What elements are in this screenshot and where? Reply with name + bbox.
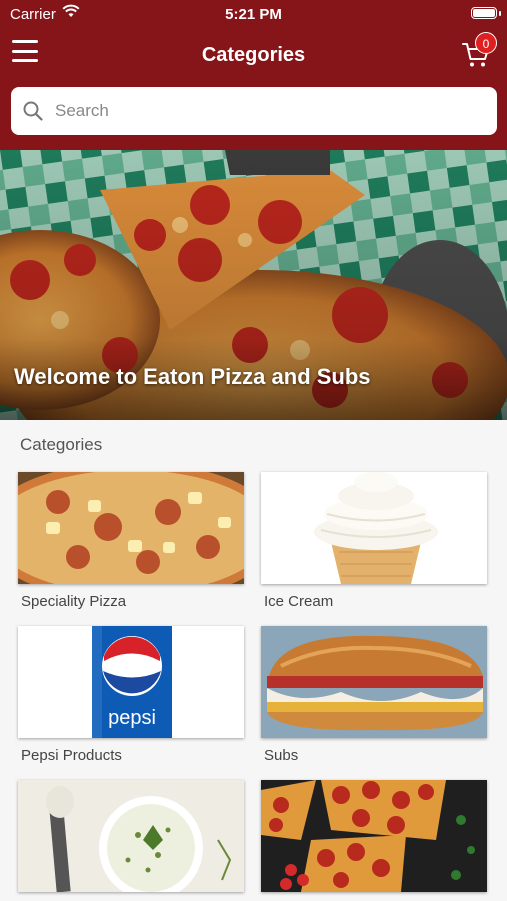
menu-icon-bar xyxy=(12,40,38,43)
app-header: Carrier 5:21 PM Categories 0 xyxy=(0,0,507,150)
battery-tip xyxy=(499,11,501,16)
category-label: Subs xyxy=(264,747,299,764)
search-icon xyxy=(23,101,43,121)
sub-sandwich-image xyxy=(261,626,487,738)
category-image xyxy=(261,626,487,738)
speciality-pizza-image xyxy=(18,472,244,584)
status-bar: Carrier 5:21 PM xyxy=(0,0,507,30)
category-image: pepsi xyxy=(18,626,244,738)
dip-bowl-image xyxy=(18,780,244,892)
hero-welcome-text: Welcome to Eaton Pizza and Subs xyxy=(14,364,371,389)
category-label: Ice Cream xyxy=(264,593,334,610)
category-label: Speciality Pizza xyxy=(21,593,127,610)
category-card-pepsi-products[interactable]: pepsi Pepsi Products xyxy=(18,626,244,764)
category-image xyxy=(261,472,487,584)
pepsi-can-image: pepsi xyxy=(18,626,244,738)
page-title: Categories xyxy=(201,44,306,66)
pepsi-brand-text: pepsi xyxy=(108,707,156,729)
search-bar[interactable] xyxy=(11,87,497,135)
search-input[interactable] xyxy=(55,87,485,135)
section-title: Categories xyxy=(20,435,103,454)
cart-count-badge: 0 xyxy=(475,32,497,54)
cart-button[interactable]: 0 xyxy=(461,32,497,70)
category-image xyxy=(18,780,244,892)
status-time: 5:21 PM xyxy=(225,6,282,23)
category-image xyxy=(18,472,244,584)
nav-bar: Categories 0 xyxy=(0,32,507,80)
category-card-speciality-pizza[interactable]: Speciality Pizza xyxy=(18,472,244,610)
category-label: Pepsi Products xyxy=(21,747,122,764)
category-image xyxy=(261,780,487,892)
battery-icon xyxy=(471,7,497,19)
category-card-subs[interactable]: Subs xyxy=(261,626,487,764)
ice-cream-image xyxy=(261,472,487,584)
category-card-ice-cream[interactable]: Ice Cream xyxy=(261,472,487,610)
pepperoni-pizza-image xyxy=(261,780,487,892)
category-card-dip[interactable] xyxy=(18,780,244,901)
category-card-pizza[interactable] xyxy=(261,780,487,901)
